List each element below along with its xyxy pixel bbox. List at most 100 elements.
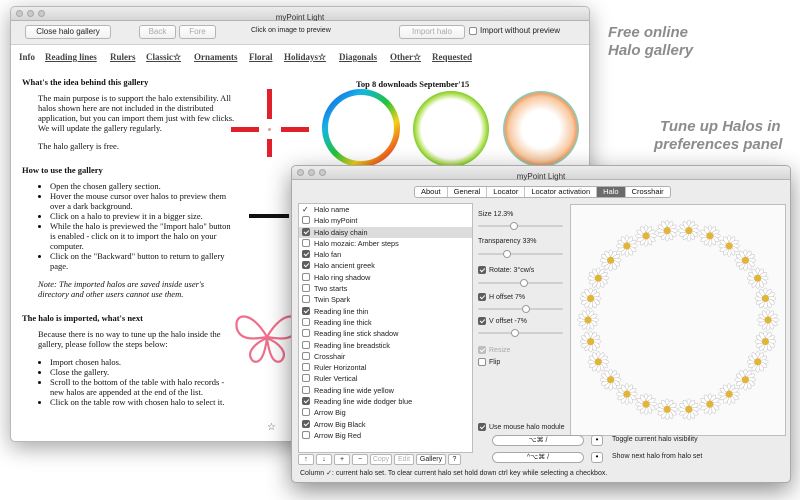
zoom-window-icon[interactable] — [38, 10, 45, 17]
halo-set-checkbox[interactable] — [302, 408, 310, 417]
size-slider[interactable] — [478, 222, 563, 230]
gallery-titlebar[interactable]: myPoint Light — [11, 7, 589, 22]
halo-set-checkbox[interactable] — [302, 284, 310, 293]
halo-set-checkbox[interactable] — [302, 272, 310, 281]
halo-set-checkbox[interactable] — [302, 385, 310, 394]
halo-set-checkbox[interactable] — [302, 363, 310, 372]
nav-floral[interactable]: Floral — [249, 52, 273, 62]
halo-set-checkbox[interactable] — [302, 430, 310, 439]
halo-list-row[interactable]: Arrow Big Red — [299, 430, 472, 441]
halo-list-row[interactable]: Ruler Vertical — [299, 373, 472, 384]
tab-general[interactable]: General — [448, 187, 488, 197]
halo-set-checkbox[interactable] — [302, 419, 310, 428]
clear-shortcut-1-button[interactable]: • — [591, 435, 603, 446]
halo-set-checkbox[interactable] — [302, 351, 310, 360]
halo-list-row[interactable]: Reading line breadstick — [299, 340, 472, 351]
add-halo-button[interactable]: + — [334, 454, 350, 465]
minimize-window-icon[interactable] — [27, 10, 34, 17]
nav-reading-lines[interactable]: Reading lines — [45, 52, 97, 62]
teal-ring-halo-thumbnail[interactable] — [501, 89, 581, 169]
nav-rulers[interactable]: Rulers — [110, 52, 136, 62]
help-button[interactable]: ? — [448, 454, 461, 465]
halo-list-row[interactable]: Halo ring shadow — [299, 272, 472, 283]
h-offset-checkbox[interactable] — [478, 293, 486, 301]
halo-set-checkbox[interactable] — [302, 340, 310, 349]
nav-classic[interactable]: Classic☆ — [146, 52, 181, 63]
halo-list-row[interactable]: Arrow Big — [299, 407, 472, 418]
halo-set-checkbox[interactable] — [302, 306, 310, 315]
halo-list-row[interactable]: Reading line wide yellow — [299, 385, 472, 396]
back-button[interactable]: Back — [139, 25, 176, 39]
h-offset-slider[interactable] — [478, 305, 563, 313]
h-offset-option[interactable]: H offset 7% — [478, 293, 525, 301]
slider-knob[interactable] — [510, 222, 519, 230]
import-without-preview[interactable]: Import without preview — [469, 26, 560, 35]
rotate-checkbox[interactable] — [478, 266, 486, 274]
flip-checkbox[interactable] — [478, 358, 486, 366]
halo-list-row[interactable]: Two starts — [299, 283, 472, 294]
halo-set-checkbox[interactable] — [302, 250, 310, 259]
import-halo-button[interactable]: Import halo — [399, 25, 465, 39]
nav-other[interactable]: Other☆ — [390, 52, 421, 63]
slider-knob[interactable] — [520, 279, 529, 287]
slider-knob[interactable] — [511, 329, 520, 337]
tab-locator-activation[interactable]: Locator activation — [525, 187, 598, 197]
halo-list-row[interactable]: Ruler Horizontal — [299, 362, 472, 373]
tab-about[interactable]: About — [415, 187, 448, 197]
halo-list-row[interactable]: Halo myPoint — [299, 215, 472, 226]
import-without-preview-checkbox[interactable] — [469, 26, 477, 35]
resize-option[interactable]: Resize — [478, 346, 510, 354]
close-gallery-button[interactable]: Close halo gallery — [25, 25, 111, 39]
halo-list-row[interactable]: Reading line thick — [299, 317, 472, 328]
rotate-slider[interactable] — [478, 279, 563, 287]
nav-diagonals[interactable]: Diagonals — [339, 52, 377, 62]
halo-list-row[interactable]: Crosshair — [299, 351, 472, 362]
tab-halo[interactable]: Halo — [597, 187, 626, 197]
edit-halo-button[interactable]: Edit — [394, 454, 414, 465]
reading-line-thumbnail[interactable] — [249, 210, 289, 222]
halo-list[interactable]: ✓ Halo name Halo myPoint Halo daisy chain H… — [298, 203, 473, 453]
close-window-icon[interactable] — [16, 10, 23, 17]
slider-knob[interactable] — [521, 305, 530, 313]
halo-set-checkbox[interactable] — [302, 216, 310, 225]
v-offset-option[interactable]: V offset -7% — [478, 317, 527, 325]
copy-halo-button[interactable]: Copy — [370, 454, 392, 465]
move-down-button[interactable]: ↓ — [316, 454, 332, 465]
crosshair-halo-thumbnail[interactable] — [231, 87, 311, 157]
rotate-option[interactable]: Rotate: 3°cw/s — [478, 266, 534, 274]
nav-info[interactable]: Info — [19, 52, 35, 62]
move-up-button[interactable]: ↑ — [298, 454, 314, 465]
remove-halo-button[interactable]: − — [352, 454, 368, 465]
halo-set-checkbox[interactable] — [302, 397, 310, 406]
halo-list-row[interactable]: Halo fan — [299, 249, 472, 260]
halo-list-row[interactable]: Halo ancient greek — [299, 260, 472, 271]
flip-option[interactable]: Flip — [478, 358, 500, 366]
nav-ornaments[interactable]: Ornaments — [194, 52, 238, 62]
rainbow-ring-halo-thumbnail[interactable] — [320, 87, 402, 169]
halo-set-checkbox[interactable] — [302, 317, 310, 326]
halo-set-checkbox[interactable] — [302, 261, 310, 270]
preferences-titlebar[interactable]: myPoint Light — [292, 166, 790, 181]
halo-list-row[interactable]: Arrow Big Black — [299, 419, 472, 430]
halo-list-row[interactable]: Twin Spark — [299, 294, 472, 305]
halo-list-header[interactable]: ✓ Halo name — [299, 204, 472, 215]
halo-list-row[interactable]: Halo daisy chain — [299, 226, 472, 238]
close-window-icon[interactable] — [297, 169, 304, 176]
zoom-window-icon[interactable] — [319, 169, 326, 176]
minimize-window-icon[interactable] — [308, 169, 315, 176]
gallery-button[interactable]: Gallery — [416, 454, 446, 465]
next-halo-shortcut-field[interactable]: ^⌥⌘ / — [492, 452, 584, 463]
mouse-module-option[interactable]: Use mouse halo module — [478, 423, 565, 431]
v-offset-slider[interactable] — [478, 329, 563, 337]
clear-shortcut-2-button[interactable]: • — [591, 452, 603, 463]
halo-set-checkbox[interactable] — [302, 227, 310, 236]
halo-list-row[interactable]: Reading line thin — [299, 306, 472, 317]
tab-locator[interactable]: Locator — [487, 187, 526, 197]
v-offset-checkbox[interactable] — [478, 317, 486, 325]
nav-holidays[interactable]: Holidays☆ — [284, 52, 326, 63]
mouse-module-checkbox[interactable] — [478, 423, 486, 431]
halo-list-row[interactable]: Reading line wide dodger blue — [299, 396, 472, 407]
fore-button[interactable]: Fore — [179, 25, 216, 39]
halo-list-row[interactable]: Halo mozaic: Amber steps — [299, 238, 472, 249]
resize-checkbox[interactable] — [478, 346, 486, 354]
